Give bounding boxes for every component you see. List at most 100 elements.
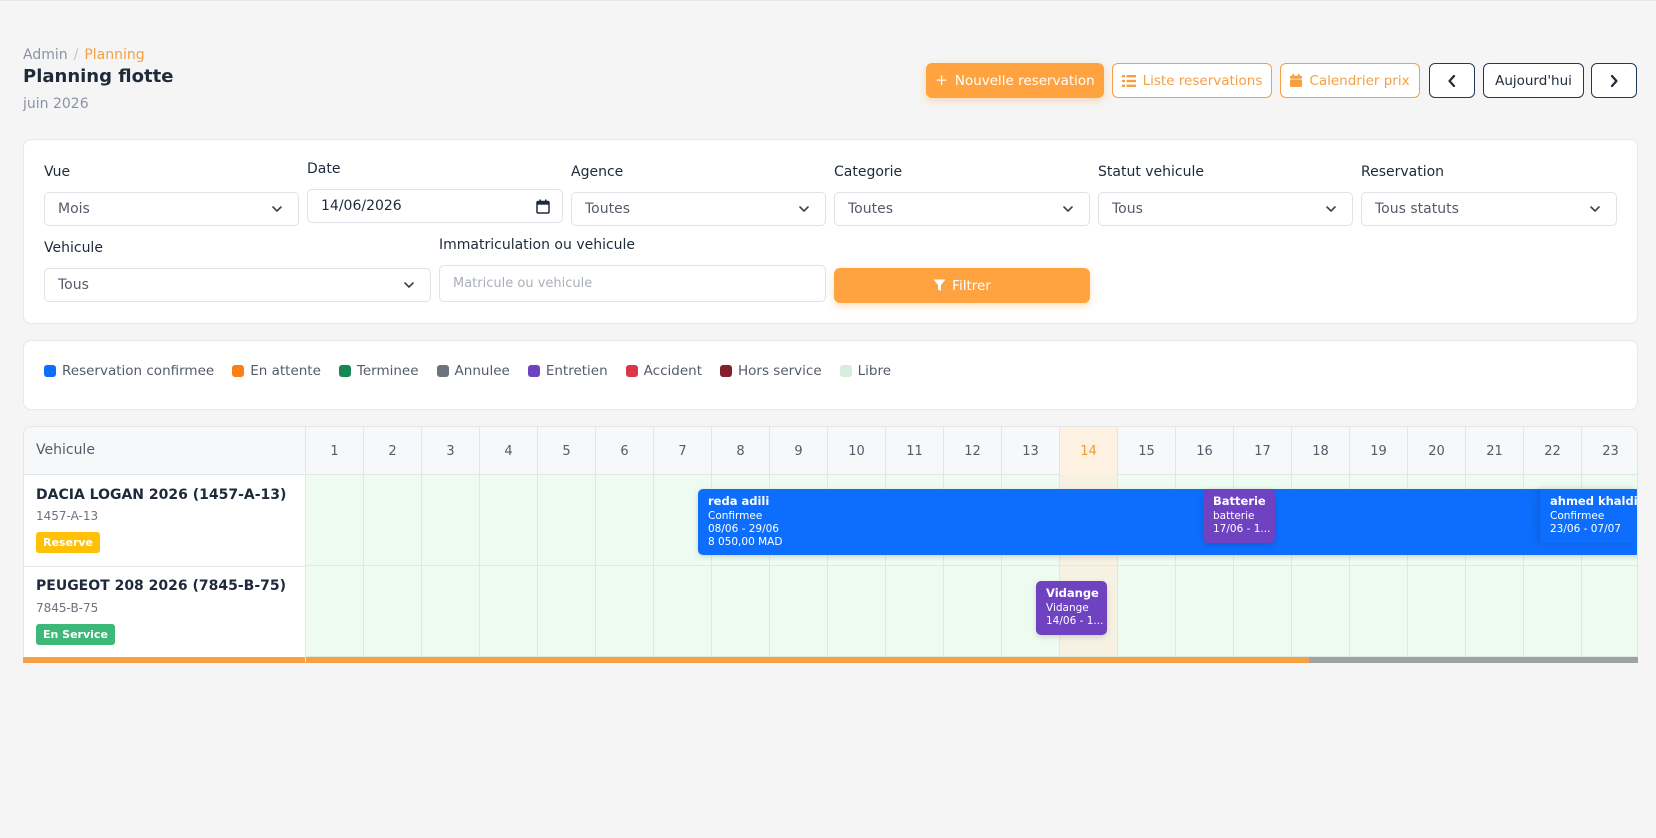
- vehicle-select[interactable]: Tous: [44, 268, 431, 302]
- event-status: Vidange: [1046, 602, 1089, 614]
- legend: Reservation confirmee En attente Termine…: [44, 363, 891, 379]
- current-period: juin 2026: [23, 96, 89, 112]
- chevron-left-icon: [1448, 74, 1456, 87]
- day-cell[interactable]: [1465, 566, 1523, 657]
- day-cell[interactable]: [1523, 566, 1581, 657]
- vehicle-status-select[interactable]: Tous: [1098, 192, 1353, 226]
- day-cell[interactable]: [479, 566, 537, 657]
- day-cell[interactable]: [1349, 566, 1407, 657]
- row-divider: [24, 566, 305, 567]
- day-cell[interactable]: [1117, 566, 1175, 657]
- chevron-down-icon: [1590, 206, 1600, 212]
- next-period-button[interactable]: [1591, 63, 1637, 98]
- category-value: Toutes: [848, 201, 894, 217]
- vehicle-name[interactable]: DACIA LOGAN 2026 (1457-A-13): [36, 487, 286, 503]
- today-button[interactable]: Aujourd'hui: [1483, 63, 1584, 98]
- day-cell[interactable]: [537, 475, 595, 566]
- legend-label: Reservation confirmee: [62, 363, 215, 379]
- scrollbar-thumb[interactable]: [23, 657, 1309, 663]
- day-header: 3: [421, 427, 479, 475]
- day-cell[interactable]: [305, 475, 363, 566]
- day-cell[interactable]: [1175, 566, 1233, 657]
- breadcrumb: Admin / Planning: [23, 47, 145, 63]
- date-input[interactable]: 14/06/2026: [307, 189, 563, 223]
- chevron-down-icon: [1063, 206, 1073, 212]
- chevron-down-icon: [1326, 206, 1336, 212]
- legend-item-pending: En attente: [232, 363, 321, 379]
- day-cell[interactable]: [943, 566, 1001, 657]
- horizontal-scrollbar[interactable]: [23, 657, 1638, 663]
- price-calendar-button[interactable]: Calendrier prix: [1280, 63, 1420, 98]
- legend-item-accident: Accident: [625, 363, 702, 379]
- price-calendar-label: Calendrier prix: [1309, 72, 1410, 89]
- list-reservations-button[interactable]: Liste reservations: [1112, 63, 1272, 98]
- calendar-icon[interactable]: [536, 199, 550, 214]
- vehicle-column-divider: [305, 427, 306, 662]
- day-cell[interactable]: [1233, 566, 1291, 657]
- day-cell[interactable]: [827, 566, 885, 657]
- day-cell[interactable]: [653, 566, 711, 657]
- vehicle-plate: 7845-B-75: [36, 601, 99, 615]
- event-title: Batterie: [1213, 494, 1266, 508]
- vehicle-column-header: Vehicule: [36, 442, 95, 458]
- day-cell[interactable]: [421, 566, 479, 657]
- day-header: 4: [479, 427, 537, 475]
- reservation-status-select[interactable]: Tous statuts: [1361, 192, 1617, 226]
- day-cell[interactable]: [363, 566, 421, 657]
- plate-search-input[interactable]: Matricule ou vehicule: [439, 265, 826, 302]
- view-select[interactable]: Mois: [44, 192, 299, 226]
- legend-item-cancelled: Annulee: [436, 363, 510, 379]
- new-reservation-button[interactable]: + Nouvelle reservation: [926, 63, 1104, 98]
- legend-swatch: [232, 365, 245, 377]
- day-header: 5: [537, 427, 595, 475]
- legend-swatch: [338, 365, 351, 377]
- reservation-bar[interactable]: reda adili Confirmee 08/06 - 29/06 8 050…: [698, 489, 1637, 555]
- day-cell[interactable]: [769, 566, 827, 657]
- page-title: Planning flotte: [23, 66, 174, 87]
- plus-icon: +: [935, 71, 948, 89]
- day-cell[interactable]: [885, 566, 943, 657]
- event-dates: 23/06 - 07/07: [1550, 523, 1621, 535]
- day-cell[interactable]: [595, 566, 653, 657]
- previous-period-button[interactable]: [1429, 63, 1475, 98]
- vehicle-name[interactable]: PEUGEOT 208 2026 (7845-B-75): [36, 578, 286, 594]
- day-cell[interactable]: [421, 475, 479, 566]
- breadcrumb-admin[interactable]: Admin: [23, 47, 68, 63]
- vehicle-plate: 1457-A-13: [36, 509, 99, 523]
- day-header: 12: [943, 427, 1001, 475]
- search-label: Immatriculation ou vehicule: [439, 237, 636, 253]
- vehicle-value: Tous: [58, 277, 89, 293]
- day-cell[interactable]: [1581, 566, 1637, 657]
- maintenance-bar[interactable]: Vidange Vidange 14/06 - 1...: [1036, 581, 1107, 635]
- legend-swatch: [527, 365, 540, 377]
- legend-swatch: [625, 365, 638, 377]
- view-label: Vue: [44, 164, 71, 180]
- date-label: Date: [307, 161, 341, 177]
- day-header: 20: [1407, 427, 1465, 475]
- maintenance-bar[interactable]: Batterie batterie 17/06 - 1...: [1203, 489, 1275, 543]
- reservation-bar[interactable]: ahmed khaldi Confirmee 23/06 - 07/07: [1540, 489, 1638, 543]
- day-cell[interactable]: [1407, 566, 1465, 657]
- legend-swatch: [720, 365, 732, 377]
- day-cell[interactable]: [1291, 566, 1349, 657]
- day-cell[interactable]: [537, 566, 595, 657]
- event-status: batterie: [1213, 510, 1255, 522]
- list-icon: [1121, 74, 1136, 87]
- day-header: 13: [1001, 427, 1059, 475]
- category-select[interactable]: Toutes: [834, 192, 1090, 226]
- day-cell[interactable]: [363, 475, 421, 566]
- day-header: 6: [595, 427, 653, 475]
- day-cell[interactable]: [479, 475, 537, 566]
- day-header: 21: [1465, 427, 1523, 475]
- event-title: ahmed khaldi: [1550, 494, 1638, 508]
- event-status: Confirmee: [1550, 510, 1605, 522]
- chevron-right-icon: [1610, 74, 1618, 87]
- legend-label: En attente: [250, 363, 321, 379]
- day-cell[interactable]: [711, 566, 769, 657]
- day-cell[interactable]: [595, 475, 653, 566]
- view-value: Mois: [58, 201, 90, 217]
- day-cell[interactable]: [305, 566, 363, 657]
- agency-select[interactable]: Toutes: [571, 192, 826, 226]
- filter-button[interactable]: Filtrer: [834, 268, 1090, 303]
- day-header: 10: [827, 427, 885, 475]
